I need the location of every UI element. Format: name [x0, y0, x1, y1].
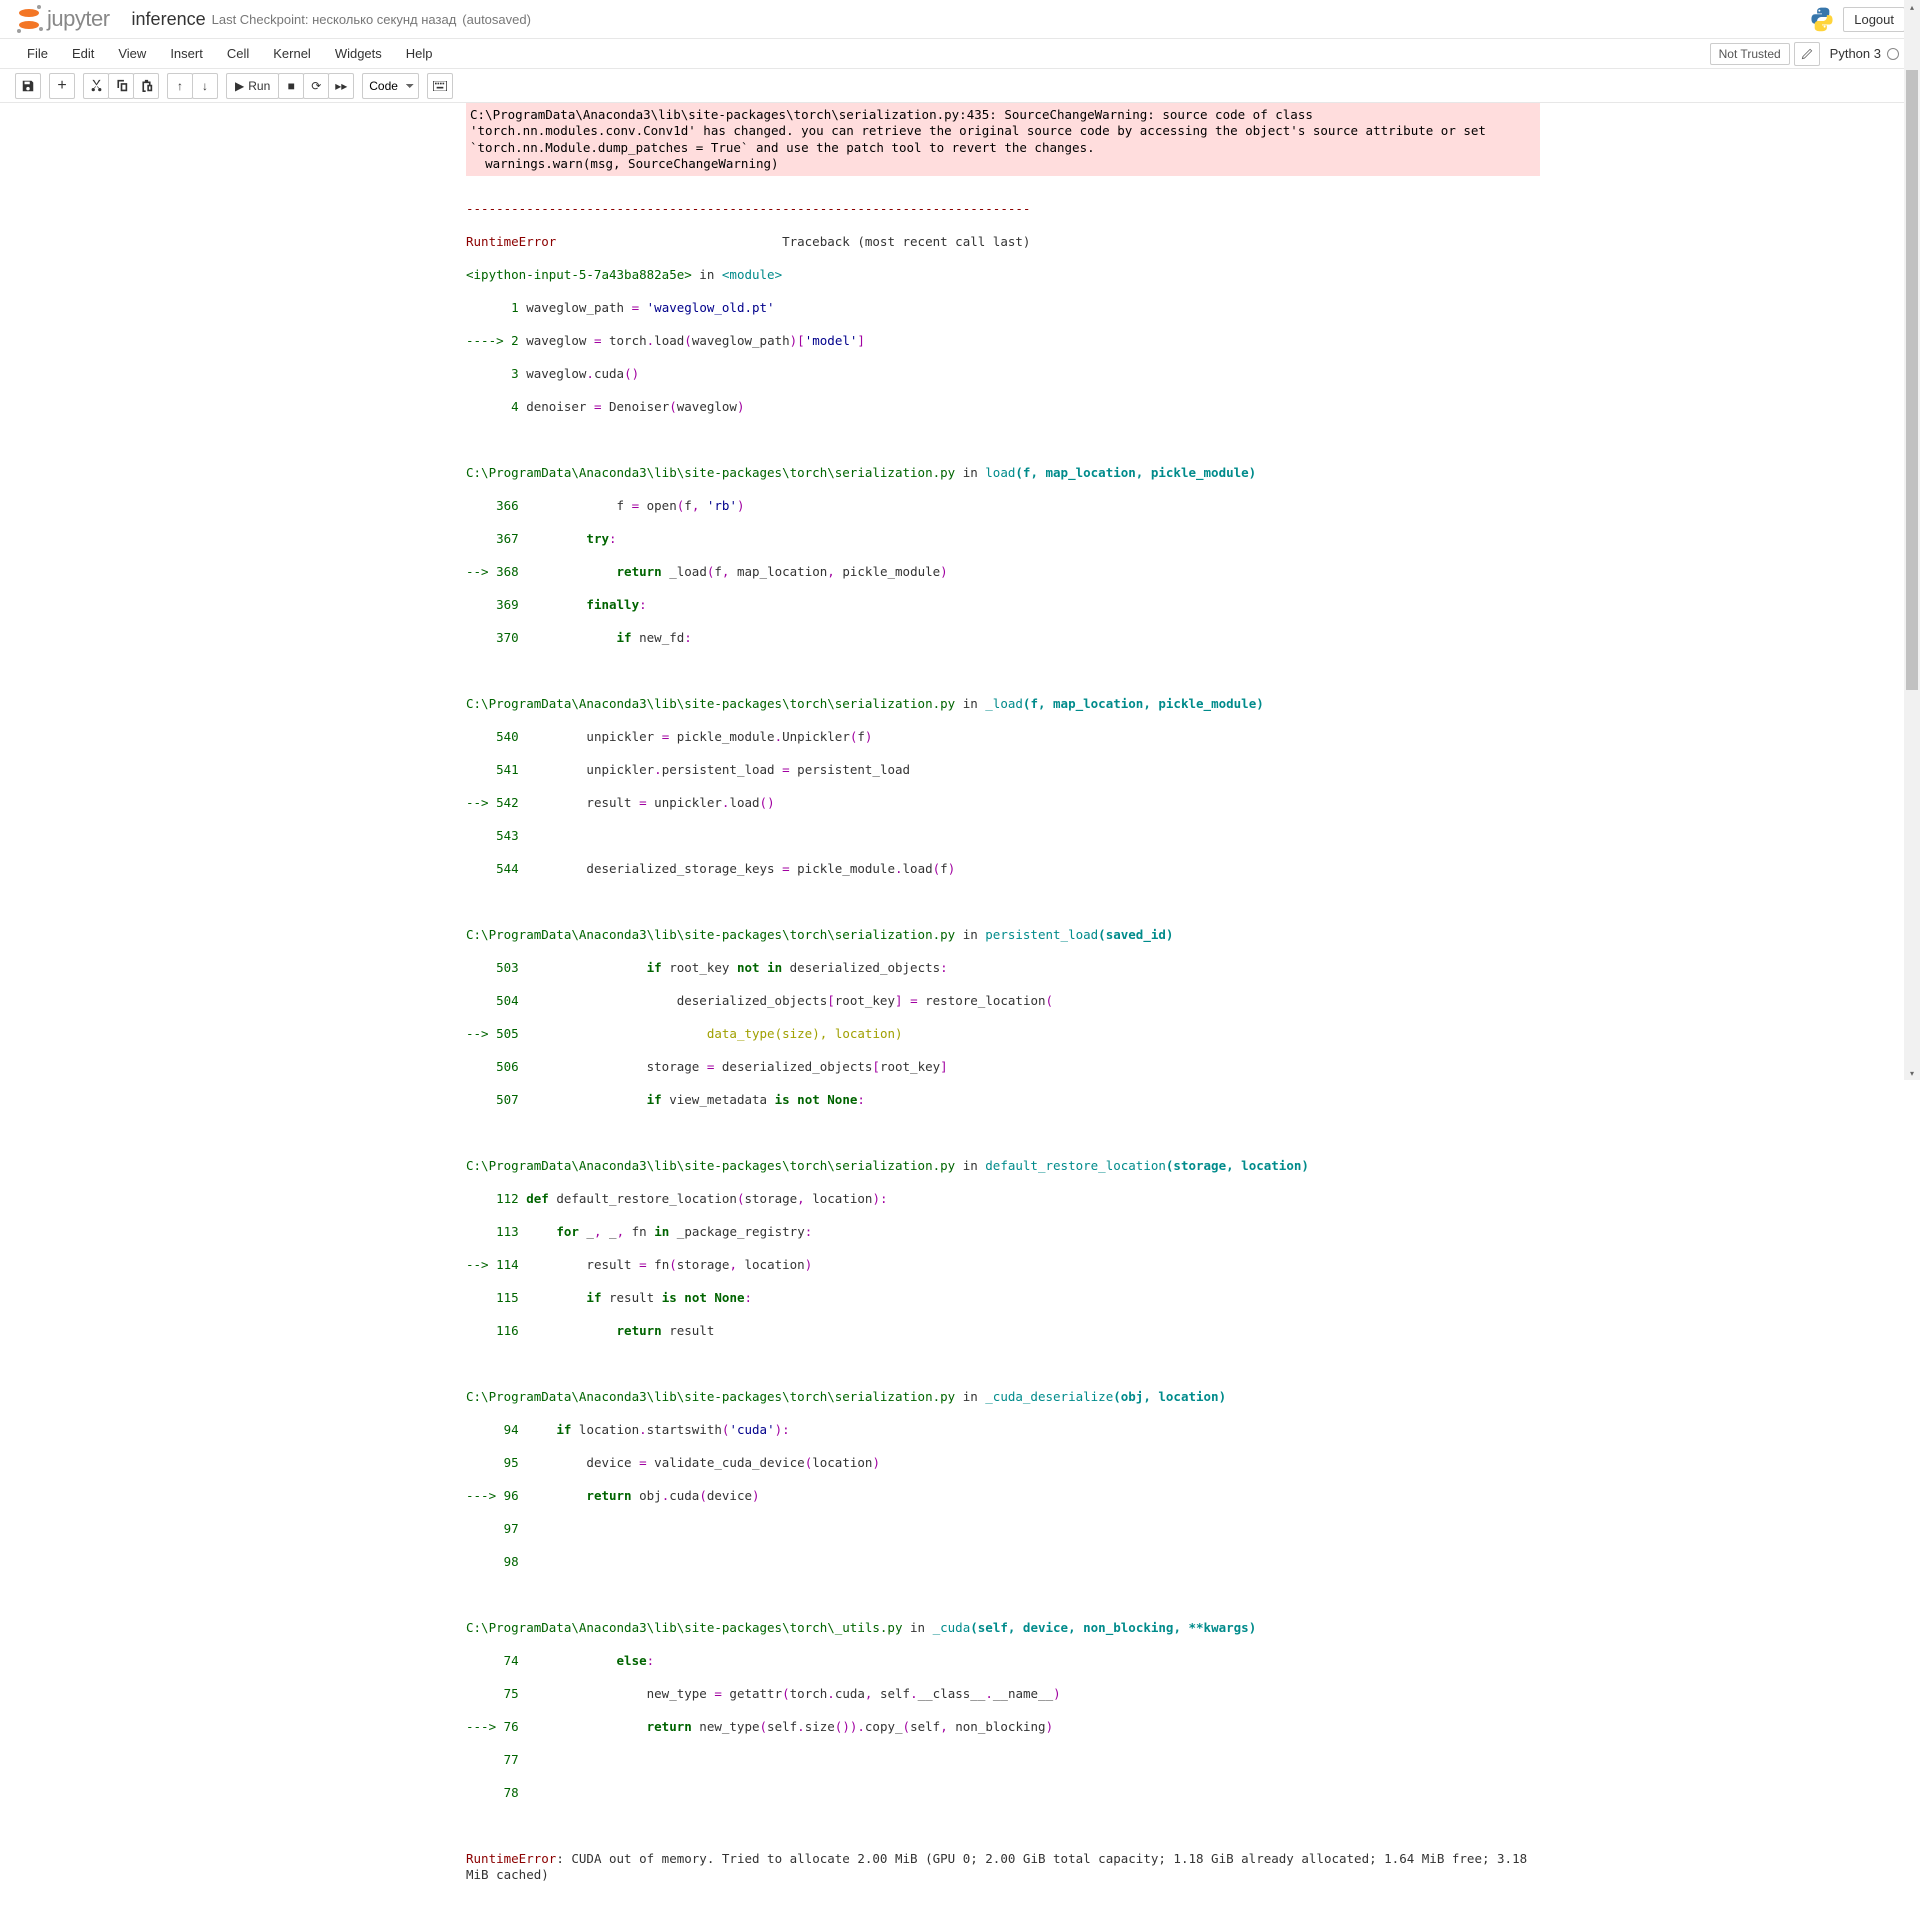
arrow-up-icon: ↑: [177, 79, 183, 93]
menu-file[interactable]: File: [15, 42, 60, 65]
run-button[interactable]: ▶Run: [226, 73, 279, 99]
copy-button[interactable]: [108, 73, 134, 99]
scrollbar-thumb[interactable]: [1906, 70, 1918, 690]
fast-forward-icon: ▸▸: [335, 79, 347, 93]
traceback-output: ----------------------------------------…: [466, 182, 1540, 1919]
checkpoint-status: Last Checkpoint: несколько секунд назад: [212, 12, 457, 27]
restart-icon: ⟳: [311, 79, 321, 93]
cut-icon: [90, 79, 103, 92]
menu-kernel[interactable]: Kernel: [261, 42, 323, 65]
plus-icon: +: [57, 78, 66, 94]
notebook-container: C:\ProgramData\Anaconda3\lib\site-packag…: [380, 103, 1540, 1919]
move-down-button[interactable]: ↓: [192, 73, 218, 99]
menu-help[interactable]: Help: [394, 42, 445, 65]
jupyter-logo-icon: [15, 5, 43, 33]
menu-view[interactable]: View: [106, 42, 158, 65]
scroll-down-arrow[interactable]: ▾: [1906, 1066, 1918, 1080]
add-cell-button[interactable]: +: [49, 73, 75, 99]
restart-button[interactable]: ⟳: [303, 73, 329, 99]
save-button[interactable]: [15, 73, 41, 99]
kernel-indicator[interactable]: Python 3: [1824, 46, 1905, 61]
copy-icon: [115, 79, 128, 92]
kernel-name: Python 3: [1830, 46, 1881, 61]
pencil-icon: [1801, 48, 1813, 60]
menu-insert[interactable]: Insert: [158, 42, 215, 65]
paste-icon: [140, 79, 153, 92]
paste-button[interactable]: [133, 73, 159, 99]
save-icon: [21, 79, 35, 93]
scroll-up-arrow[interactable]: ▴: [1906, 0, 1918, 14]
jupyter-logo[interactable]: jupyter: [15, 5, 110, 33]
trust-indicator[interactable]: Not Trusted: [1710, 43, 1790, 65]
scrollbar[interactable]: ▴ ▾: [1904, 0, 1920, 1080]
jupyter-logo-text: jupyter: [47, 6, 110, 32]
logout-button[interactable]: Logout: [1843, 7, 1905, 32]
restart-run-all-button[interactable]: ▸▸: [328, 73, 354, 99]
menu-widgets[interactable]: Widgets: [323, 42, 394, 65]
menubar-right: Not Trusted Python 3: [1710, 42, 1905, 66]
move-up-button[interactable]: ↑: [167, 73, 193, 99]
notebook-header: jupyter inference Last Checkpoint: неско…: [0, 0, 1920, 39]
kernel-status-icon: [1887, 48, 1899, 60]
warning-output: C:\ProgramData\Anaconda3\lib\site-packag…: [466, 103, 1540, 176]
header-right: Logout: [1809, 6, 1905, 32]
toolbar: + ↑ ↓ ▶Run ■ ⟳ ▸▸ Code: [0, 69, 1920, 103]
autosave-status: (autosaved): [462, 12, 531, 27]
menubar: File Edit View Insert Cell Kernel Widget…: [0, 39, 1920, 69]
command-palette-button[interactable]: [427, 73, 453, 99]
cell-type-select[interactable]: Code: [362, 73, 419, 99]
arrow-down-icon: ↓: [202, 79, 208, 93]
stop-icon: ■: [288, 79, 295, 93]
keyboard-icon: [433, 81, 447, 91]
stop-button[interactable]: ■: [278, 73, 304, 99]
menu-edit[interactable]: Edit: [60, 42, 106, 65]
logo-area: jupyter inference Last Checkpoint: неско…: [15, 5, 531, 33]
python-icon: [1809, 6, 1835, 32]
menu-cell[interactable]: Cell: [215, 42, 261, 65]
run-icon: ▶: [235, 79, 244, 93]
notebook-name[interactable]: inference: [132, 9, 206, 30]
cell-output: C:\ProgramData\Anaconda3\lib\site-packag…: [380, 103, 1540, 1919]
edit-metadata-button[interactable]: [1794, 42, 1820, 66]
cut-button[interactable]: [83, 73, 109, 99]
